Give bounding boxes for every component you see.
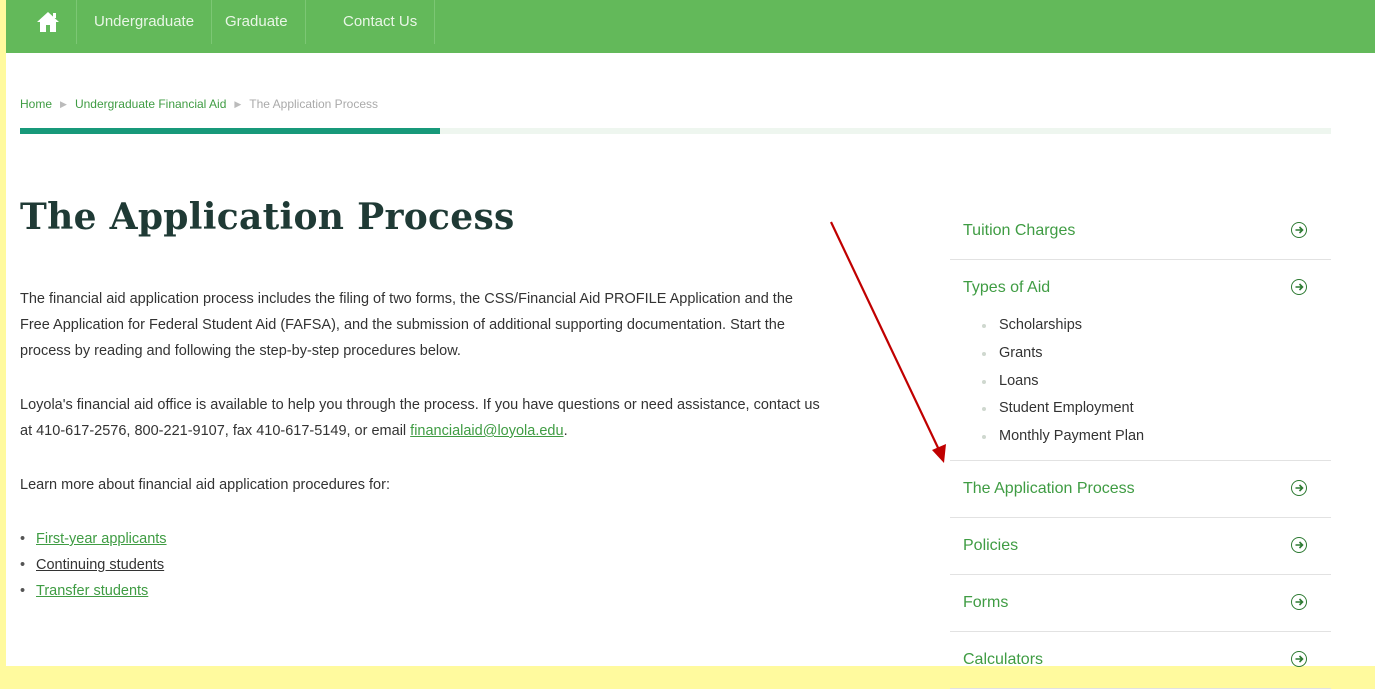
sidebar-nav: Tuition Charges Types of Aid Scholarship…: [950, 203, 1331, 689]
breadcrumb-separator-icon: ▶: [234, 99, 242, 109]
submenu-item-scholarships[interactable]: Scholarships: [980, 312, 1144, 340]
sidebar-item-the-application-process[interactable]: The Application Process: [950, 461, 1331, 518]
first-year-applicants-link[interactable]: First-year applicants: [36, 531, 167, 547]
sidebar-item-label: Forms: [963, 594, 1009, 611]
breadcrumb-current: The Application Process: [249, 97, 379, 111]
sidebar-item-calculators[interactable]: Calculators: [950, 632, 1331, 689]
page-title: The Application Process: [20, 196, 515, 238]
home-icon: [37, 12, 59, 32]
arrow-circle-right-icon[interactable]: [1291, 222, 1307, 238]
transfer-students-link[interactable]: Transfer students: [36, 583, 148, 599]
breadcrumb-progress-fill: [20, 128, 440, 134]
arrow-circle-right-icon[interactable]: [1291, 279, 1307, 295]
sidebar-item-label: Tuition Charges: [963, 222, 1076, 239]
contact-end: .: [563, 423, 568, 439]
breadcrumb-progress-track: [20, 128, 1331, 134]
sidebar-item-types-of-aid[interactable]: Types of Aid Scholarships Grants Loans S…: [950, 260, 1331, 461]
list-item: First-year applicants: [20, 526, 167, 552]
arrow-circle-right-icon[interactable]: [1291, 651, 1307, 667]
applicant-links: First-year applicants Continuing student…: [20, 526, 167, 604]
continuing-students-link[interactable]: Continuing students: [36, 557, 164, 573]
page: Undergraduate Graduate Contact Us Home ▶ U…: [6, 0, 1375, 689]
sidebar-item-label: Calculators: [963, 651, 1044, 668]
types-of-aid-submenu: Scholarships Grants Loans Student Employ…: [980, 312, 1144, 451]
submenu-item-monthly-payment-plan[interactable]: Monthly Payment Plan: [980, 423, 1144, 451]
sidebar-item-forms[interactable]: Forms: [950, 575, 1331, 632]
arrow-circle-right-icon[interactable]: [1291, 537, 1307, 553]
submenu-item-student-employment[interactable]: Student Employment: [980, 395, 1144, 423]
arrow-circle-right-icon[interactable]: [1291, 480, 1307, 496]
sidebar-item-label: Policies: [963, 537, 1019, 554]
list-item: Transfer students: [20, 578, 167, 604]
breadcrumb: Home ▶ Undergraduate Financial Aid ▶ The App…: [20, 97, 378, 111]
arrow-circle-right-icon[interactable]: [1291, 594, 1307, 610]
intro-paragraph: The financial aid application process in…: [20, 291, 793, 359]
learn-more-paragraph: Learn more about financial aid applicati…: [20, 477, 390, 493]
breadcrumb-undergraduate-financial-aid[interactable]: Undergraduate Financial Aid: [75, 97, 226, 111]
nav-contact-us[interactable]: Contact Us: [326, 0, 436, 44]
nav-graduate[interactable]: Graduate: [208, 0, 306, 44]
email-link[interactable]: financialaid@loyola.edu: [410, 423, 563, 439]
breadcrumb-separator-icon: ▶: [60, 99, 67, 109]
home-button[interactable]: [20, 0, 77, 44]
submenu-item-loans[interactable]: Loans: [980, 368, 1144, 396]
nav-undergraduate[interactable]: Undergraduate: [77, 0, 213, 44]
top-navigation: Undergraduate Graduate Contact Us: [6, 0, 1375, 53]
sidebar-item-label: The Application Process: [963, 480, 1135, 497]
sidebar-item-tuition-charges[interactable]: Tuition Charges: [950, 203, 1331, 260]
sidebar-item-policies[interactable]: Policies: [950, 518, 1331, 575]
submenu-item-grants[interactable]: Grants: [980, 340, 1144, 368]
sidebar-item-label: Types of Aid: [963, 279, 1051, 296]
list-item: Continuing students: [20, 552, 167, 578]
contact-paragraph: Loyola's financial aid office is availab…: [20, 392, 820, 444]
breadcrumb-home[interactable]: Home: [20, 97, 52, 111]
